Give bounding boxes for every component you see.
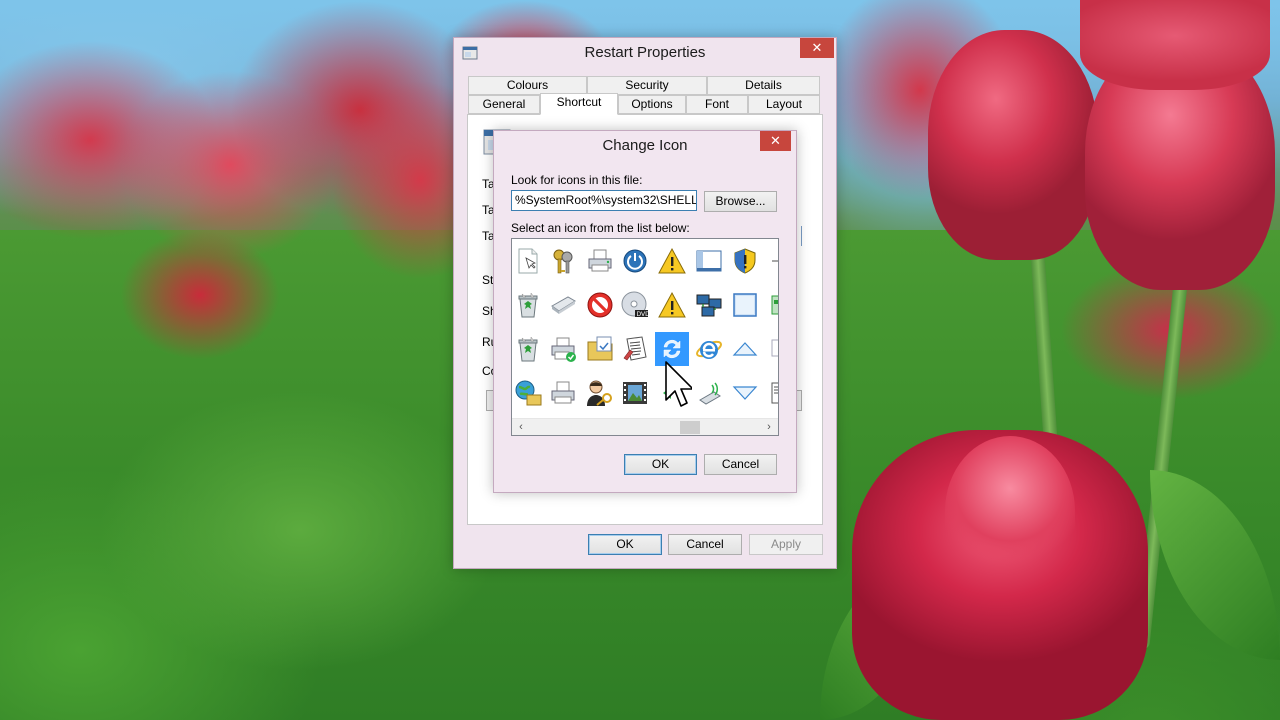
change-icon-cancel-button[interactable]: Cancel [704,454,777,475]
scroll-right-icon[interactable]: › [761,420,777,435]
change-icon-titlebar[interactable]: Change Icon ✕ [494,131,796,161]
properties-title: Restart Properties [584,44,706,61]
scanner-icon[interactable] [546,288,580,322]
printer-icon[interactable] [583,244,617,278]
icon-file-path-input[interactable]: %SystemRoot%\system32\SHELL32 [511,190,697,211]
tab-layout[interactable]: Layout [748,95,820,114]
tulip-flower [945,436,1075,586]
usb-wireless-icon[interactable] [692,376,726,410]
window-pane-icon[interactable] [692,244,726,278]
triangle-down-icon[interactable] [728,376,762,410]
printer-icon[interactable] [546,376,580,410]
triangle-up-icon[interactable] [728,332,762,366]
blank-partial-icon[interactable] [764,332,778,366]
properties-cancel-button[interactable]: Cancel [668,534,742,555]
list-partial-icon[interactable] [764,376,778,410]
network-globe-icon[interactable] [512,376,545,410]
icon-list-scrollbar[interactable]: ‹ › [512,418,778,435]
blank-document-icon[interactable] [512,244,545,278]
properties-titlebar[interactable]: Restart Properties ✕ [454,38,836,68]
change-icon-dialog: Change Icon ✕ Look for icons in this fil… [493,130,797,493]
tulip-blur [120,230,280,360]
user-key-icon[interactable] [583,376,617,410]
tab-shortcut[interactable]: Shortcut [540,93,618,115]
security-shield-icon[interactable] [728,244,762,278]
look-for-icons-label: Look for icons in this file: [511,173,643,187]
arrow-partial-icon[interactable] [764,244,778,278]
tab-details[interactable]: Details [707,76,820,95]
tulip-flower [1080,0,1270,90]
properties-apply-button[interactable]: Apply [749,534,823,555]
select-icon-label: Select an icon from the list below: [511,221,690,235]
prohibited-icon[interactable] [583,288,617,322]
target-field-edge[interactable] [799,226,802,246]
tab-general[interactable]: General [468,95,540,114]
power-icon[interactable] [618,244,652,278]
internet-explorer-icon[interactable] [692,332,726,366]
tulip-flower [928,30,1098,260]
dvd-disc-icon[interactable]: DVD [618,288,652,322]
tab-options[interactable]: Options [618,95,686,114]
green-partial-icon[interactable] [764,288,778,322]
keys-icon[interactable] [546,244,580,278]
browse-button[interactable]: Browse... [704,191,777,212]
properties-close-button[interactable]: ✕ [800,38,834,58]
mouse-cursor-icon [665,361,692,407]
properties-ok-button[interactable]: OK [588,534,662,555]
change-icon-ok-button[interactable]: OK [624,454,697,475]
network-computers-icon[interactable] [692,288,726,322]
tab-font[interactable]: Font [686,95,748,114]
warning-icon[interactable] [655,244,689,278]
printer-check-icon[interactable] [546,332,580,366]
change-icon-title: Change Icon [602,137,688,154]
folder-documents-icon[interactable] [583,332,617,366]
film-strip-icon[interactable] [618,376,652,410]
blank-window-icon[interactable] [728,288,762,322]
svg-text:DVD: DVD [637,311,651,318]
scroll-left-icon[interactable]: ‹ [513,420,529,435]
document-list-icon[interactable] [618,332,652,366]
icon-list[interactable]: DVD ‹ › [511,238,779,436]
change-icon-close-button[interactable]: ✕ [760,131,791,151]
scroll-thumb[interactable] [680,421,700,434]
recycle-bin-full-icon[interactable] [512,288,545,322]
warning-icon[interactable] [655,288,689,322]
recycle-bin-full-icon[interactable] [512,332,545,366]
